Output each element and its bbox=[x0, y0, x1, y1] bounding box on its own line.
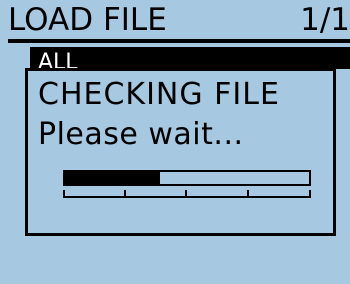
dialog-title: CHECKING FILE bbox=[38, 77, 280, 112]
progress-scale-tick bbox=[185, 190, 187, 198]
screen-header: LOAD FILE 1/1 bbox=[0, 0, 350, 43]
screen-title: LOAD FILE bbox=[8, 2, 167, 38]
dialog-message: Please wait... bbox=[38, 117, 244, 152]
page-indicator: 1/1 bbox=[300, 2, 350, 38]
progress-scale-tick bbox=[63, 190, 65, 198]
progress-bar-fill bbox=[65, 172, 161, 184]
header-divider bbox=[8, 39, 350, 43]
progress-scale-tick bbox=[247, 190, 249, 198]
list-item-label: ALL bbox=[38, 50, 78, 70]
list-item-selected[interactable]: ALL bbox=[30, 47, 350, 69]
progress-scale-line bbox=[63, 196, 311, 198]
progress-scale-tick bbox=[124, 190, 126, 198]
progress-scale-tick bbox=[309, 190, 311, 198]
checking-file-dialog: CHECKING FILE Please wait... bbox=[25, 68, 336, 236]
progress-bar bbox=[63, 170, 311, 186]
